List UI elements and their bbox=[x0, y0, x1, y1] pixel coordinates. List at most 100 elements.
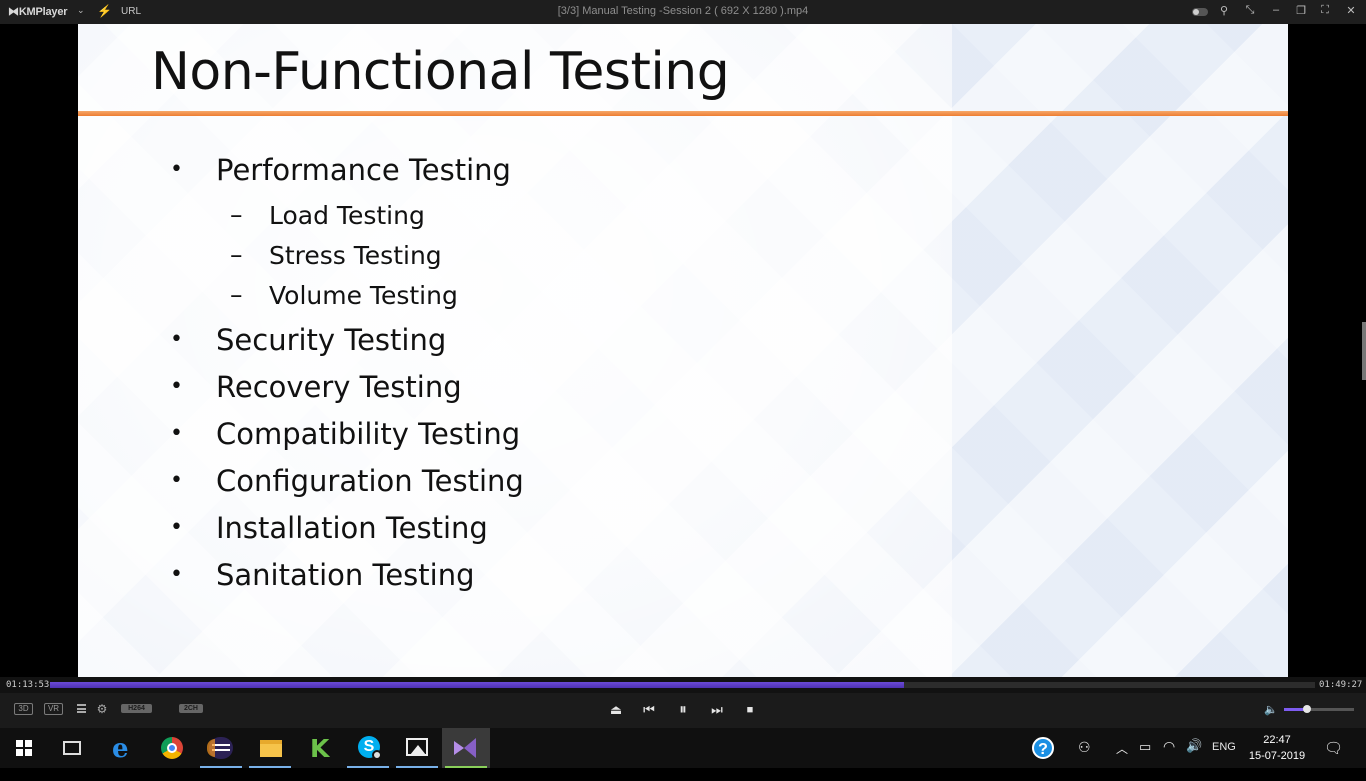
battery-icon[interactable]: ▭ bbox=[1139, 739, 1151, 779]
chrome-icon[interactable] bbox=[148, 728, 196, 768]
eclipse-icon[interactable] bbox=[197, 728, 245, 768]
sub-bullet-text: Stress Testing bbox=[269, 241, 442, 270]
status-dot bbox=[372, 750, 382, 760]
windows-logo bbox=[16, 740, 32, 756]
dash-icon: – bbox=[230, 280, 243, 309]
volume-knob[interactable] bbox=[1303, 705, 1312, 713]
visual-studio-icon[interactable] bbox=[442, 728, 490, 768]
video-area[interactable]: Non-Functional Testing • Performance Tes… bbox=[0, 24, 1366, 677]
bullet-icon: • bbox=[170, 562, 183, 587]
title-divider bbox=[78, 111, 1288, 116]
edge-glyph: e bbox=[112, 734, 129, 764]
slide-title: Non-Functional Testing bbox=[151, 42, 730, 102]
bullet-text: Compatibility Testing bbox=[216, 417, 521, 451]
help-icon[interactable]: ? bbox=[1032, 737, 1054, 759]
stop-icon[interactable]: ■ bbox=[740, 700, 760, 720]
chrome-ring bbox=[161, 737, 183, 759]
speaker-icon[interactable]: 🔊 bbox=[1186, 738, 1202, 778]
dash-icon: – bbox=[230, 240, 243, 269]
clock-date: 15-07-2019 bbox=[1248, 750, 1306, 762]
eclipse-arc bbox=[207, 739, 215, 757]
bullet-text: Security Testing bbox=[216, 323, 447, 357]
windows-taskbar: e K S ? ⚇ ︿ ▭ ◠ 🔊 ENG 22:47 15-07-2019 🗨 bbox=[0, 728, 1366, 768]
pause-icon[interactable]: ⏸ bbox=[673, 700, 693, 720]
menu-icon[interactable] bbox=[77, 704, 86, 713]
list-item: • Recovery Testing bbox=[170, 368, 870, 415]
vs-right bbox=[464, 738, 476, 758]
photos-icon[interactable] bbox=[393, 728, 441, 768]
restore-icon[interactable]: ❐ bbox=[1294, 4, 1308, 17]
list-item: • Sanitation Testing bbox=[170, 556, 870, 603]
bullet-text: Sanitation Testing bbox=[216, 558, 475, 592]
bullet-text: Performance Testing bbox=[216, 153, 511, 187]
window-title: [3/3] Manual Testing -Session 2 ( 692 X … bbox=[557, 5, 809, 17]
3d-button[interactable]: 3D bbox=[14, 703, 33, 715]
vr-button[interactable]: VR bbox=[44, 703, 63, 715]
title-bar: ⧓KMPlayer ⌄ ⚡ URL [3/3] Manual Testing -… bbox=[0, 0, 1366, 24]
mini-mode-icon[interactable]: ⤡ bbox=[1243, 4, 1257, 17]
codec-badge[interactable]: H264 bbox=[121, 704, 152, 713]
bullet-icon: • bbox=[170, 515, 183, 540]
task-view-icon[interactable] bbox=[48, 728, 96, 768]
mountain-shape bbox=[410, 745, 426, 754]
sub-bullet-text: Volume Testing bbox=[269, 281, 458, 310]
volume-slider[interactable] bbox=[1284, 705, 1354, 713]
file-explorer-icon[interactable] bbox=[246, 728, 294, 768]
volume-icon[interactable]: 🔈 bbox=[1261, 700, 1281, 720]
eclipse-glyph bbox=[207, 737, 233, 759]
list-item: • Configuration Testing bbox=[170, 462, 870, 509]
kmplayer-k-icon[interactable]: K bbox=[295, 728, 343, 768]
sub-list-item: – Load Testing bbox=[170, 198, 870, 238]
task-view-glyph bbox=[63, 741, 81, 755]
sub-list-item: – Volume Testing bbox=[170, 278, 870, 321]
dash-icon: – bbox=[230, 200, 243, 229]
audio-channel-badge[interactable]: 2CH bbox=[179, 704, 203, 713]
folder-glyph bbox=[260, 740, 282, 757]
clock[interactable]: 22:47 15-07-2019 bbox=[1240, 732, 1314, 764]
side-panel-handle[interactable] bbox=[1362, 322, 1366, 380]
bullet-text: Recovery Testing bbox=[216, 370, 462, 404]
skype-icon[interactable]: S bbox=[344, 728, 392, 768]
people-icon[interactable]: ⚇ bbox=[1078, 739, 1091, 779]
toggle-switch[interactable] bbox=[1192, 8, 1208, 16]
start-icon[interactable] bbox=[0, 728, 48, 768]
seek-bar[interactable] bbox=[50, 682, 1315, 688]
bullet-icon: • bbox=[170, 327, 183, 352]
sub-list-item: – Stress Testing bbox=[170, 238, 870, 278]
sub-bullet-text: Load Testing bbox=[269, 201, 425, 230]
fullscreen-icon[interactable]: ⛶ bbox=[1318, 4, 1332, 17]
bullet-icon: • bbox=[170, 157, 183, 182]
slide: Non-Functional Testing • Performance Tes… bbox=[78, 24, 1288, 677]
chevron-up-icon[interactable]: ︿ bbox=[1116, 740, 1128, 780]
close-icon[interactable]: ✕ bbox=[1344, 4, 1358, 17]
total-time: 01:49:27 bbox=[1319, 680, 1363, 690]
bullet-text: Configuration Testing bbox=[216, 464, 524, 498]
previous-icon[interactable]: ⏮ bbox=[639, 700, 659, 720]
language-indicator[interactable]: ENG bbox=[1212, 741, 1236, 781]
eject-icon[interactable]: ⏏ bbox=[606, 700, 626, 720]
k-glyph: K bbox=[310, 734, 330, 763]
bullet-icon: • bbox=[170, 468, 183, 493]
notifications-icon[interactable]: 🗨 bbox=[1324, 739, 1343, 779]
elapsed-time: 01:13:53 bbox=[6, 680, 50, 690]
bullet-icon: • bbox=[170, 421, 183, 446]
seek-row: 01:13:53 01:49:27 bbox=[0, 677, 1366, 693]
next-icon[interactable]: ⏭ bbox=[707, 700, 727, 720]
chrome-center bbox=[167, 743, 177, 753]
wifi-icon[interactable]: ◠ bbox=[1163, 738, 1175, 778]
edge-icon[interactable]: e bbox=[99, 728, 147, 768]
bullet-text: Installation Testing bbox=[216, 511, 488, 545]
gear-icon[interactable]: ⚙ bbox=[92, 699, 112, 719]
vs-left bbox=[454, 741, 464, 755]
list-item: • Security Testing bbox=[170, 321, 870, 368]
minimize-icon[interactable]: – bbox=[1269, 4, 1283, 16]
vs-glyph bbox=[454, 738, 478, 758]
bullet-list: • Performance Testing – Load Testing – S… bbox=[170, 151, 870, 603]
clock-time: 22:47 bbox=[1263, 734, 1291, 746]
list-item: • Performance Testing bbox=[170, 151, 870, 198]
pin-icon[interactable]: ⚲ bbox=[1217, 4, 1231, 17]
seek-progress bbox=[50, 682, 904, 688]
photos-glyph bbox=[406, 738, 428, 756]
control-bar: 3D VR ⚙ H264 2CH ⏏ ⏮ ⏸ ⏭ ■ 🔈 bbox=[0, 693, 1366, 728]
list-item: • Compatibility Testing bbox=[170, 415, 870, 462]
